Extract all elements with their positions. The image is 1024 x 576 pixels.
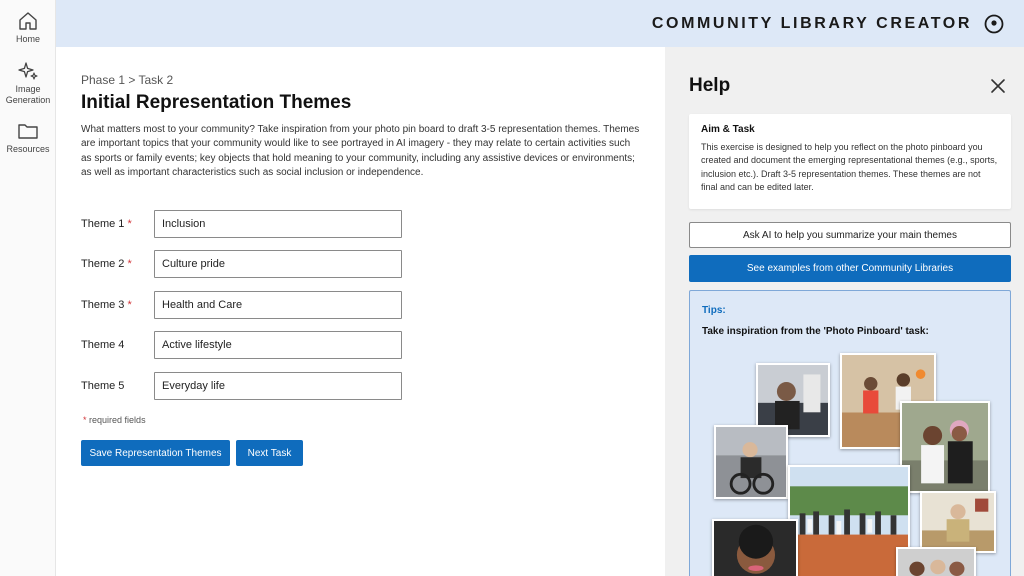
theme-1-input[interactable] bbox=[154, 210, 402, 238]
pinboard-photo bbox=[788, 465, 910, 576]
nav-label-resources: Resources bbox=[6, 144, 50, 154]
theme-row-1: Theme 1 * bbox=[81, 210, 411, 238]
required-star: * bbox=[127, 218, 132, 230]
nav-rail: Home Image Generation Resources bbox=[0, 0, 56, 576]
theme-2-input[interactable] bbox=[154, 250, 402, 278]
required-star: * bbox=[83, 415, 87, 425]
nav-item-home[interactable]: Home bbox=[0, 10, 56, 45]
tips-box: Tips: Take inspiration from the 'Photo P… bbox=[689, 290, 1011, 576]
theme-label-3: Theme 3 * bbox=[81, 299, 132, 311]
required-fields-note: * required fields bbox=[83, 415, 146, 425]
pinboard-photo bbox=[900, 401, 990, 493]
ask-ai-button[interactable]: Ask AI to help you summarize your main t… bbox=[689, 222, 1011, 248]
nav-label-home: Home bbox=[15, 34, 40, 44]
save-themes-button[interactable]: Save Representation Themes bbox=[81, 440, 230, 466]
next-task-button[interactable]: Next Task bbox=[236, 440, 303, 466]
home-icon bbox=[19, 12, 37, 30]
app-title: COMMUNITY LIBRARY CREATOR bbox=[651, 15, 972, 32]
sparkle-icon bbox=[18, 62, 38, 80]
breadcrumb: Phase 1 > Task 2 bbox=[81, 73, 174, 87]
aim-text: This exercise is designed to help you re… bbox=[701, 142, 998, 193]
pinboard-photo bbox=[714, 425, 788, 499]
theme-label-5: Theme 5 bbox=[81, 380, 125, 392]
theme-row-5: Theme 5 bbox=[81, 372, 411, 400]
theme-3-input[interactable] bbox=[154, 291, 402, 319]
theme-5-input[interactable] bbox=[154, 372, 402, 400]
help-title: Help bbox=[689, 75, 731, 96]
main-content: Phase 1 > Task 2 Initial Representation … bbox=[56, 47, 665, 576]
theme-row-2: Theme 2 * bbox=[81, 250, 411, 278]
aim-task-card: Aim & Task This exercise is designed to … bbox=[689, 114, 1011, 209]
pinboard-photo bbox=[920, 491, 996, 553]
folder-icon bbox=[18, 124, 38, 139]
nav-label-image-generation: Image Generation bbox=[5, 84, 51, 105]
nav-item-image-generation[interactable]: Image Generation bbox=[0, 60, 56, 106]
nav-item-resources[interactable]: Resources bbox=[0, 120, 56, 155]
tips-label: Tips: bbox=[702, 305, 726, 316]
aim-heading: Aim & Task bbox=[701, 124, 755, 135]
theme-4-input[interactable] bbox=[154, 331, 402, 359]
required-star: * bbox=[127, 258, 132, 270]
page-title: Initial Representation Themes bbox=[81, 92, 352, 113]
page-description: What matters most to your community? Tak… bbox=[81, 124, 640, 179]
help-panel: Help Aim & Task This exercise is designe… bbox=[665, 47, 1024, 576]
header-bar: COMMUNITY LIBRARY CREATOR bbox=[56, 0, 1024, 47]
profile-icon[interactable] bbox=[984, 14, 1004, 34]
theme-label-1: Theme 1 * bbox=[81, 218, 132, 230]
close-icon[interactable] bbox=[990, 78, 1006, 94]
theme-row-3: Theme 3 * bbox=[81, 291, 411, 319]
see-examples-button[interactable]: See examples from other Community Librar… bbox=[689, 255, 1011, 282]
theme-label-2: Theme 2 * bbox=[81, 258, 132, 270]
tips-text: Take inspiration from the 'Photo Pinboar… bbox=[702, 326, 929, 337]
theme-row-4: Theme 4 bbox=[81, 331, 411, 359]
pinboard-photo bbox=[896, 547, 976, 576]
theme-label-4: Theme 4 bbox=[81, 339, 125, 351]
pinboard-photo bbox=[712, 519, 798, 576]
required-star: * bbox=[127, 299, 132, 311]
